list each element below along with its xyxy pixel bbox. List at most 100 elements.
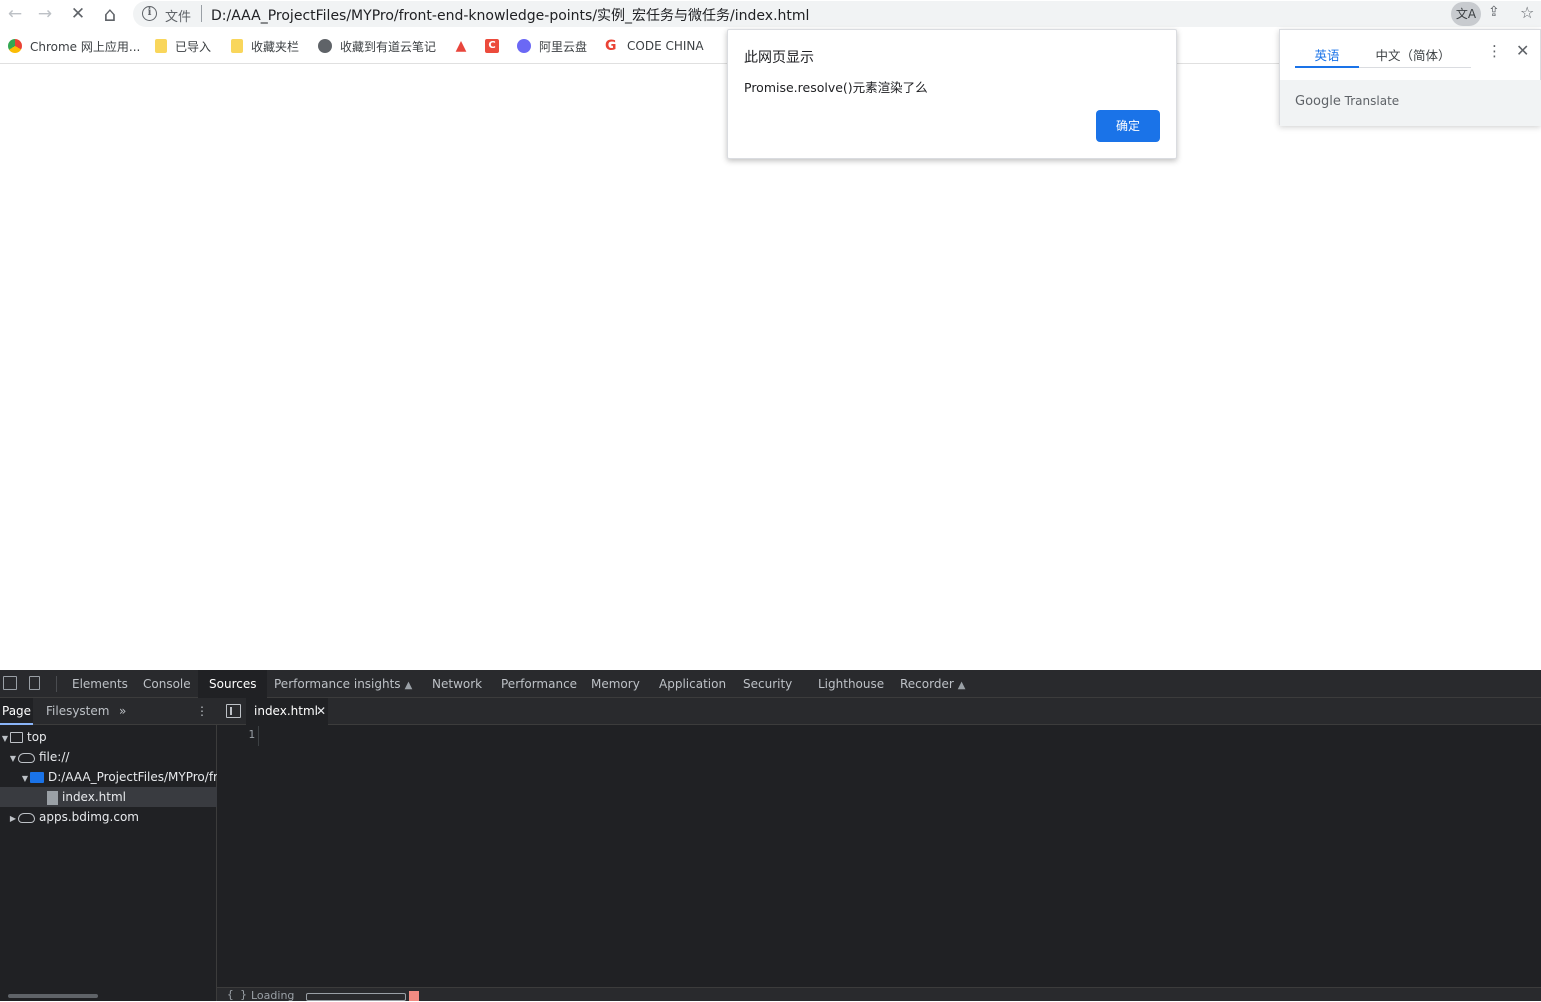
tree-label: top	[27, 730, 47, 744]
tree-label: apps.bdimg.com	[39, 810, 139, 824]
tab-performance[interactable]: Performance	[501, 670, 577, 698]
tab-lighthouse[interactable]: Lighthouse	[818, 670, 884, 698]
collapse-triangle-icon[interactable]: ▶	[8, 809, 18, 827]
bookmark-youdao[interactable]: 收藏到有道云笔记	[318, 37, 436, 55]
tree-item-folder[interactable]: ▼ D:/AAA_ProjectFiles/MYPro/fro	[0, 767, 217, 787]
tree-label: file://	[39, 750, 70, 764]
bookmark-label: Chrome 网上应用...	[30, 39, 141, 54]
experiment-flask-icon: ▲	[404, 680, 413, 691]
tree-label: D:/AAA_ProjectFiles/MYPro/fro	[48, 770, 217, 784]
bookmark-folder-favorites[interactable]: 收藏夹栏	[231, 37, 299, 55]
home-button[interactable]: ⌂	[98, 3, 122, 25]
translate-tab-target[interactable]: 中文（简体）	[1363, 45, 1463, 64]
tab-sources[interactable]: Sources	[198, 670, 268, 698]
translate-icon: 文A	[1455, 7, 1477, 21]
close-icon: ✕	[1516, 41, 1530, 60]
expand-triangle-icon[interactable]: ▼	[8, 749, 18, 767]
inspect-element-icon[interactable]	[3, 676, 17, 690]
tab-memory[interactable]: Memory	[591, 670, 640, 698]
toggle-navigator-icon[interactable]	[226, 704, 241, 718]
bookmark-chrome-store[interactable]: Chrome 网上应用...	[8, 37, 140, 55]
cloud-icon	[18, 752, 35, 763]
alert-title: 此网页显示	[744, 50, 814, 66]
tab-performance-insights[interactable]: Performance insights ▲	[274, 670, 412, 698]
bookmark-star-button[interactable]: ☆	[1520, 3, 1534, 22]
device-toolbar-icon[interactable]	[29, 676, 40, 690]
tree-item-file-origin[interactable]: ▼ file://	[0, 747, 217, 767]
tab-recorder[interactable]: Recorder ▲	[900, 670, 965, 698]
navigator-menu-button[interactable]: ⋮	[196, 698, 208, 725]
translate-options-button[interactable]: ⋮	[1487, 42, 1502, 60]
tab-console[interactable]: Console	[143, 670, 191, 698]
tree-label: index.html	[62, 790, 126, 804]
folder-icon	[155, 39, 167, 53]
stop-square-icon[interactable]	[409, 991, 419, 1001]
omnibox[interactable]: i 文件 D:/AAA_ProjectFiles/MYPro/front-end…	[133, 1, 1541, 27]
tab-network[interactable]: Network	[432, 670, 482, 698]
translate-tab-source[interactable]: 英语	[1295, 45, 1359, 64]
tree-item-other-origin[interactable]: ▶ apps.bdimg.com	[0, 807, 217, 827]
bookmark-flame[interactable]: ▲	[454, 37, 476, 55]
navigator-tab-page[interactable]: Page	[0, 698, 34, 725]
bookmark-label: 收藏夹栏	[251, 39, 300, 54]
arrow-left-icon: ←	[7, 4, 23, 24]
alert-message: Promise.resolve()元素渲染了么	[744, 80, 928, 95]
translate-close-button[interactable]: ✕	[1516, 41, 1529, 60]
editor-tab-label: index.html	[254, 704, 318, 718]
alert-ok-button[interactable]: 确定	[1096, 110, 1160, 142]
line-number: 1	[248, 728, 255, 741]
navigator-tab-filesystem[interactable]: Filesystem	[46, 698, 109, 725]
sources-editor: index.html ✕ 1 { } Loading	[217, 698, 1541, 1002]
expand-triangle-icon[interactable]: ▼	[20, 769, 30, 787]
back-button[interactable]: ←	[3, 3, 27, 25]
bookmark-aliyun-drive[interactable]: 阿里云盘	[517, 37, 587, 55]
google-icon: G	[605, 38, 617, 54]
navigator-scrollbar[interactable]	[8, 994, 98, 998]
tab-security[interactable]: Security	[743, 670, 792, 698]
frame-icon	[10, 732, 23, 743]
close-icon: ✕	[316, 704, 327, 718]
devtools-tab-bar: Elements Console Sources Performance ins…	[0, 670, 1541, 698]
bookmark-label: CODE CHINA	[627, 39, 704, 53]
js-alert-dialog: 此网页显示 Promise.resolve()元素渲染了么 确定	[727, 29, 1177, 159]
brand-translate: Translate	[1344, 94, 1400, 108]
tab-label: Recorder	[900, 677, 954, 691]
tab-indicator	[1295, 66, 1359, 68]
home-icon: ⌂	[103, 2, 117, 26]
arrow-right-icon: →	[37, 4, 53, 24]
tree-item-top[interactable]: ▼ top	[0, 727, 217, 747]
share-icon: ⇪	[1488, 4, 1500, 20]
editor-tab-bar: index.html ✕	[217, 698, 1541, 725]
tab-elements[interactable]: Elements	[72, 670, 128, 698]
globe-icon	[318, 39, 332, 53]
tab-application[interactable]: Application	[659, 670, 726, 698]
translate-page-button[interactable]: 文A	[1451, 2, 1481, 26]
more-vert-icon: ⋮	[196, 704, 208, 718]
bookmark-csdn[interactable]: C	[485, 37, 507, 55]
navigator-more-tabs-button[interactable]: »	[119, 698, 126, 725]
status-text: Loading	[251, 989, 295, 1002]
site-info-icon[interactable]: i	[142, 6, 157, 21]
forward-button[interactable]: →	[33, 3, 57, 25]
navigator-tab-bar: Page Filesystem » ⋮	[0, 698, 217, 725]
pretty-print-icon[interactable]: { }	[227, 988, 247, 1001]
devtools-panel: Elements Console Sources Performance ins…	[0, 670, 1541, 1002]
share-button[interactable]: ⇪	[1488, 4, 1500, 20]
bookmark-label: 已导入	[175, 39, 212, 54]
flame-icon: ▲	[455, 38, 467, 54]
url-text[interactable]: D:/AAA_ProjectFiles/MYPro/front-end-know…	[211, 5, 809, 25]
experiment-flask-icon: ▲	[957, 680, 966, 691]
bookmark-code-china[interactable]: G CODE CHINA	[605, 37, 704, 55]
close-icon: ✕	[70, 4, 86, 24]
editor-tab-close-button[interactable]: ✕	[316, 698, 326, 725]
star-icon: ☆	[1520, 3, 1535, 22]
bookmark-folder-imported[interactable]: 已导入	[155, 37, 211, 55]
folder-icon	[231, 39, 243, 53]
tree-item-index-html[interactable]: index.html	[0, 787, 217, 807]
stop-loading-button[interactable]: ✕	[66, 3, 90, 25]
expand-triangle-icon[interactable]: ▼	[0, 729, 10, 747]
cloud-icon	[18, 812, 35, 823]
aliyun-icon	[517, 39, 531, 53]
csdn-icon: C	[485, 39, 499, 53]
chevron-double-right-icon: »	[119, 704, 127, 718]
